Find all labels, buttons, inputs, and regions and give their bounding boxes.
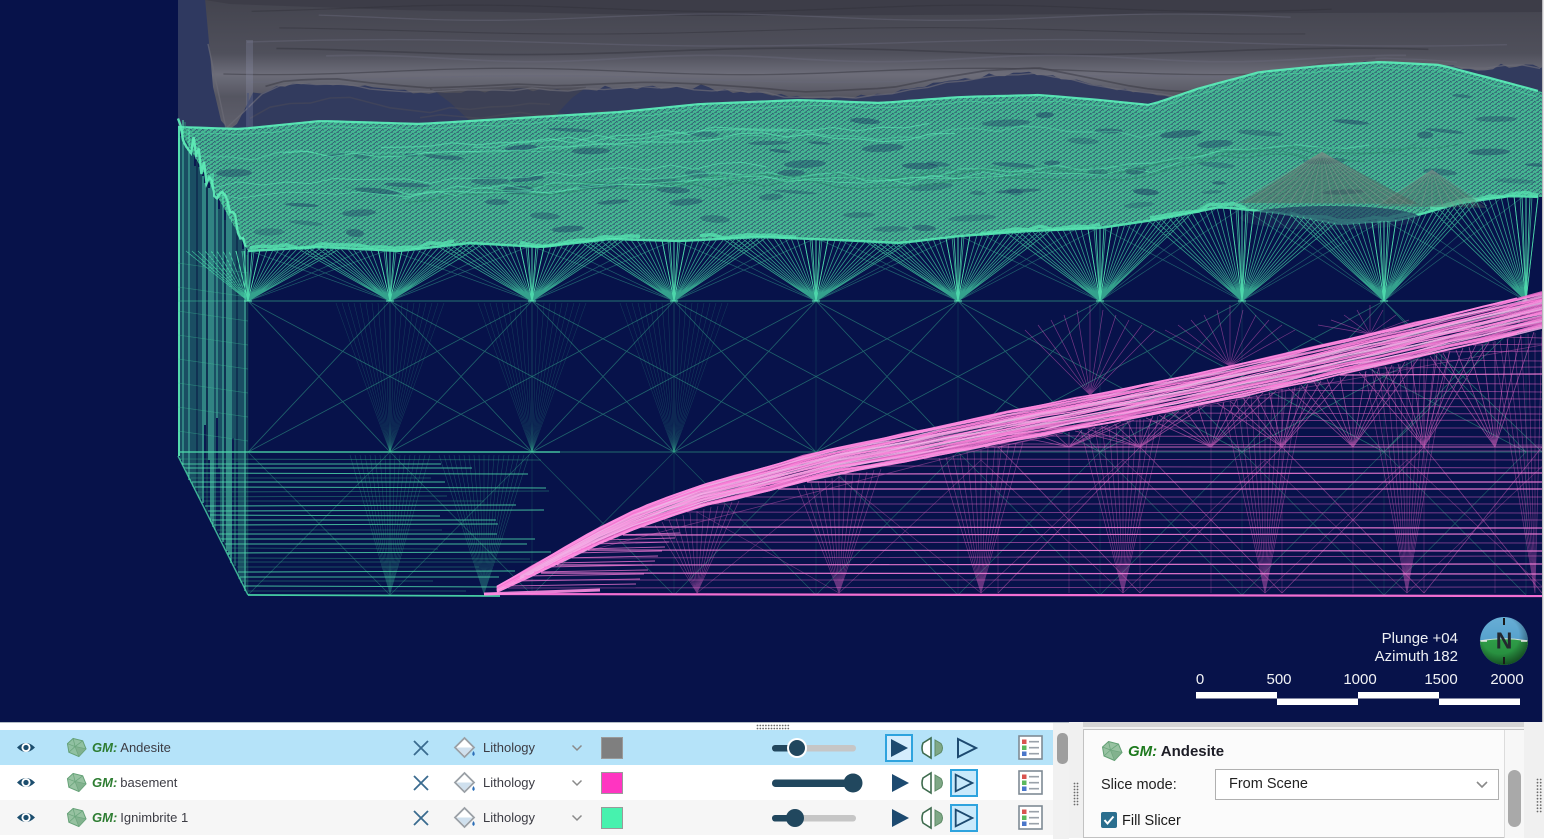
svg-text:N: N <box>1496 628 1513 654</box>
